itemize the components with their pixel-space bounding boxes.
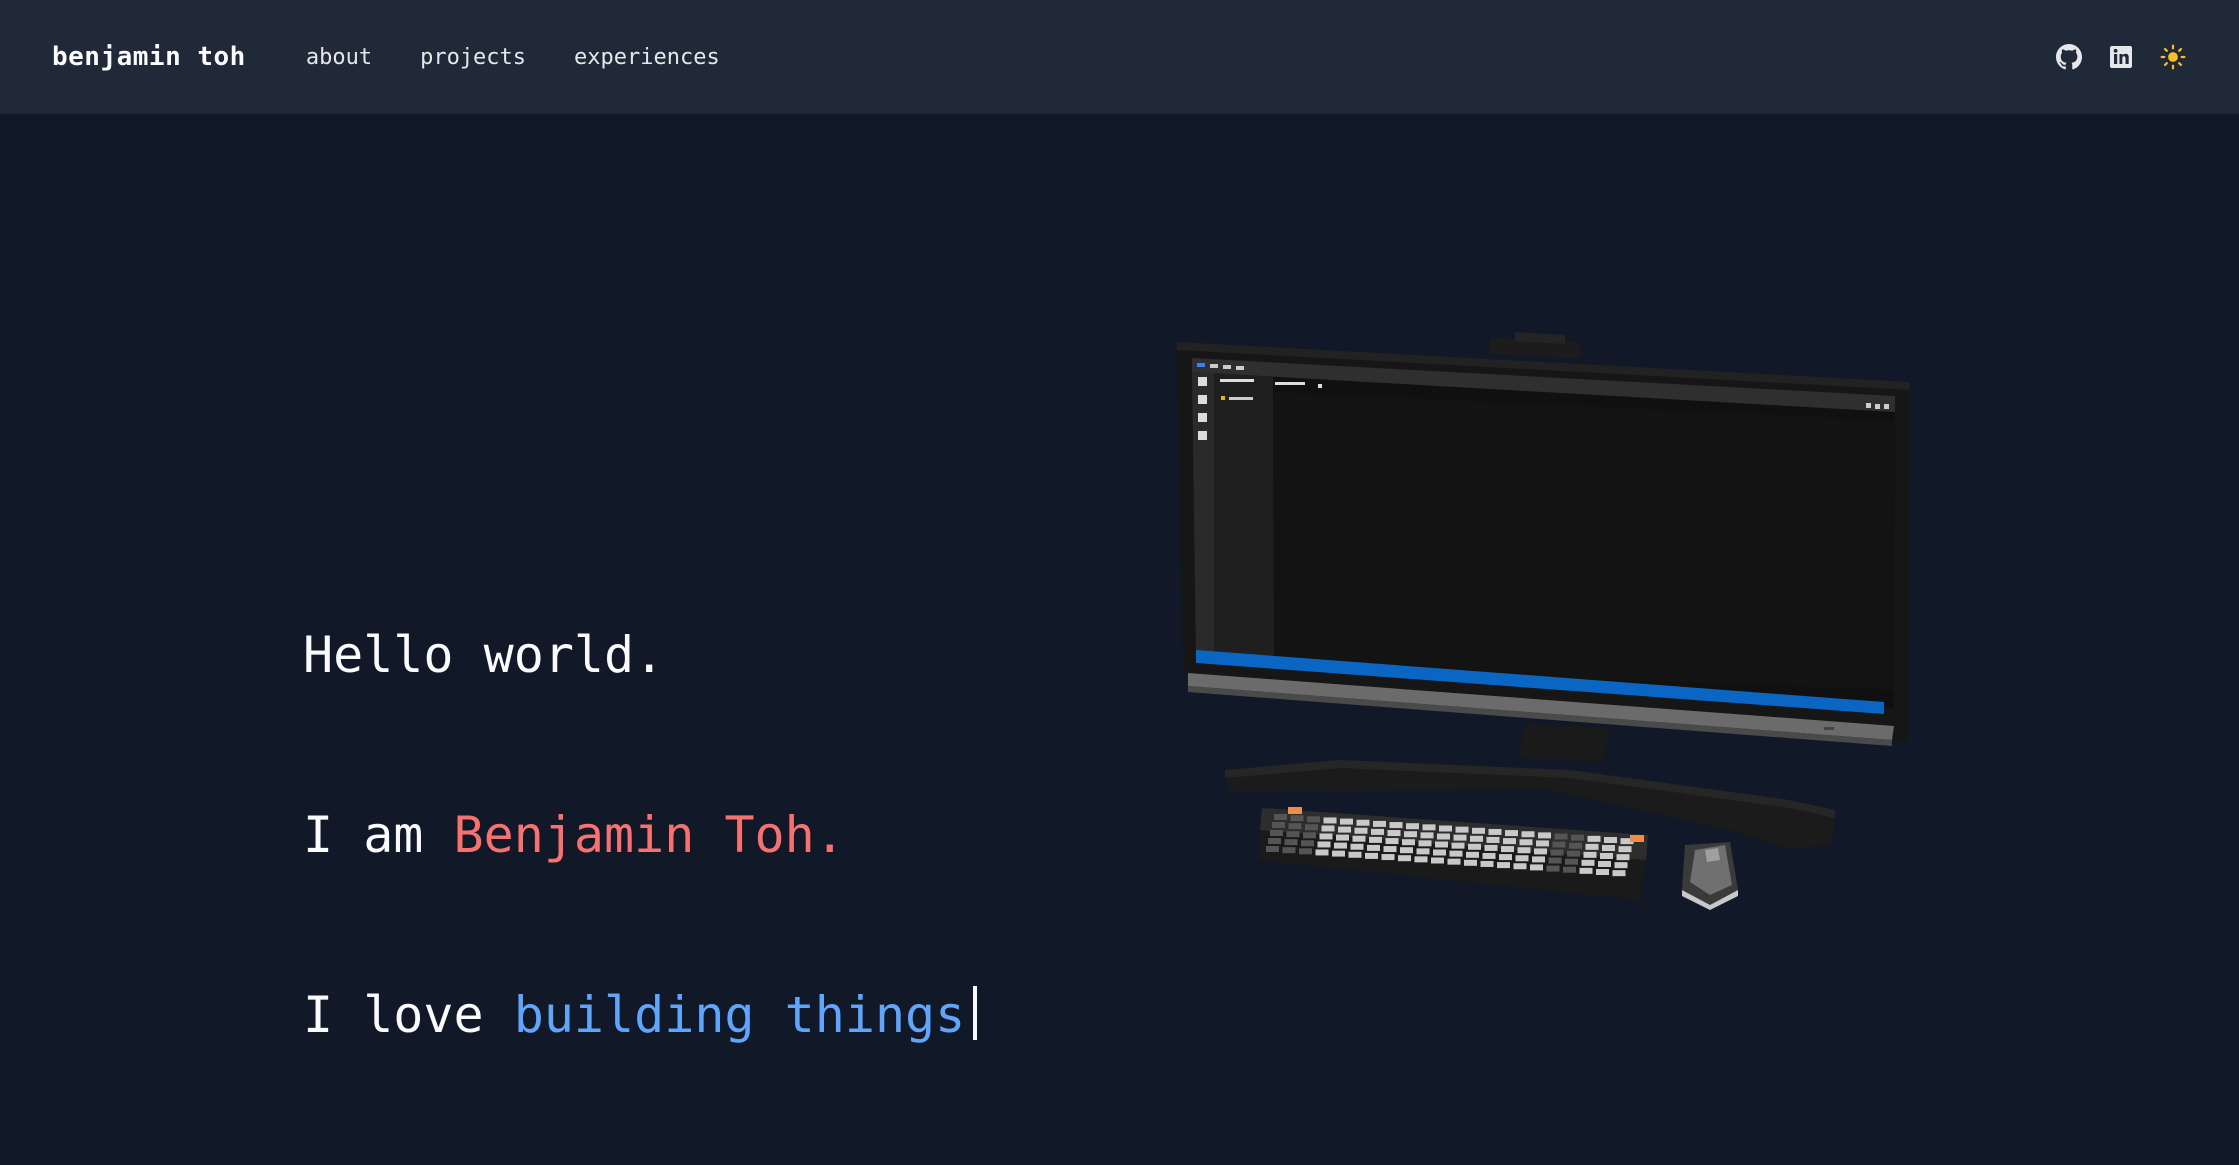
nav-link-experiences[interactable]: experiences xyxy=(574,45,720,70)
nav-links: about projects experiences xyxy=(306,45,720,70)
top-navbar: benjamin toh about projects experiences xyxy=(0,0,2239,114)
hero-greeting: Hello world. xyxy=(303,626,665,684)
nav-link-about[interactable]: about xyxy=(306,45,372,70)
sun-icon[interactable] xyxy=(2159,43,2187,71)
github-icon[interactable] xyxy=(2055,43,2083,71)
hero-intro-line: I am Benjamin Toh. xyxy=(303,805,977,865)
hero-typewriter: Hello world. I am Benjamin Toh. I love b… xyxy=(303,505,978,1165)
monitor xyxy=(1177,342,1910,746)
hero-love-line: I love building things xyxy=(303,985,978,1045)
menu-dot xyxy=(1197,363,1205,367)
hero-intro-prefix: I am xyxy=(303,806,454,864)
brand-link[interactable]: benjamin toh xyxy=(52,42,246,72)
voxel-desk-scene xyxy=(1170,330,1930,910)
nav-icon-group xyxy=(2055,0,2187,114)
hero-typed-text: building things xyxy=(513,986,966,1044)
hero-love-prefix: I love xyxy=(303,986,514,1044)
hero-name: Benjamin Toh. xyxy=(453,806,845,864)
webcam xyxy=(1488,332,1580,358)
keyboard xyxy=(1258,807,1648,900)
linkedin-icon[interactable] xyxy=(2107,43,2135,71)
nav-link-projects[interactable]: projects xyxy=(420,45,526,70)
typing-cursor xyxy=(973,986,978,1040)
mouse xyxy=(1682,842,1738,910)
